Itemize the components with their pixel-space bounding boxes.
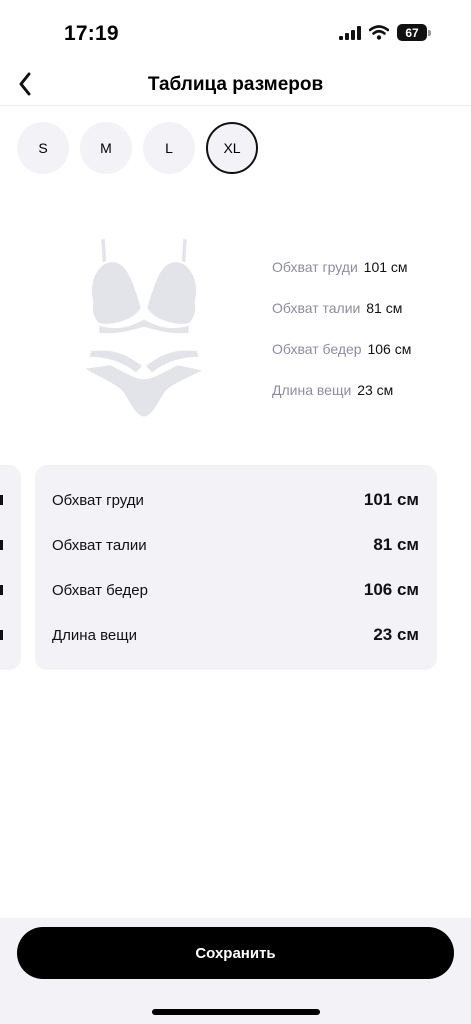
quick-spec-label: Обхват талии <box>272 300 361 316</box>
status-time: 17:19 <box>64 22 119 45</box>
home-indicator <box>152 1009 320 1015</box>
measurement-value: 101 см <box>363 490 419 509</box>
measurement-value: 81 см <box>373 535 419 554</box>
measurement-row: Обхват груди 101 см <box>52 485 419 515</box>
measurement-value: 106 см <box>363 580 419 599</box>
truncated-value-mark <box>0 540 3 550</box>
status-bar: 17:19 67 <box>0 0 471 62</box>
quick-spec-label: Обхват бедер <box>272 341 362 357</box>
size-tab-xl[interactable]: XL <box>206 122 258 174</box>
nav-bar: Таблица размеров <box>0 62 471 106</box>
truncated-value-mark <box>0 630 3 640</box>
measurement-value: 23 см <box>373 625 419 644</box>
size-selector: S M L XL <box>17 122 258 174</box>
previous-size-card[interactable] <box>0 465 21 670</box>
quick-spec-label: Длина вещи <box>272 382 352 398</box>
bottom-action-area: Сохранить <box>0 918 471 1024</box>
quick-spec-value: 101 см <box>363 259 408 275</box>
measurement-row: Обхват талии 81 см <box>52 530 419 560</box>
quick-specs: Обхват груди 101 см Обхват талии 81 см О… <box>272 259 411 423</box>
battery-level: 67 <box>405 25 419 40</box>
measurement-label: Обхват талии <box>52 536 147 554</box>
truncated-value-mark <box>0 495 3 505</box>
lingerie-set-illustration <box>80 236 208 420</box>
quick-spec-value: 23 см <box>357 382 394 398</box>
size-tab-l[interactable]: L <box>143 122 195 174</box>
quick-spec-value: 106 см <box>367 341 412 357</box>
page-title: Таблица размеров <box>147 74 324 95</box>
cellular-signal-icon <box>339 25 361 40</box>
save-button[interactable]: Сохранить <box>17 927 454 979</box>
truncated-value-mark <box>0 585 3 595</box>
battery-icon: 67 <box>397 24 431 41</box>
measurement-label: Длина вещи <box>52 626 137 644</box>
quick-spec-row: Длина вещи 23 см <box>272 382 411 423</box>
measurement-label: Обхват груди <box>52 491 144 509</box>
quick-spec-row: Обхват груди 101 см <box>272 259 411 300</box>
measurement-row: Обхват бедер 106 см <box>52 575 419 605</box>
quick-spec-row: Обхват бедер 106 см <box>272 341 411 382</box>
measurement-row: Длина вещи 23 см <box>52 620 419 650</box>
size-tab-m[interactable]: M <box>80 122 132 174</box>
wifi-icon <box>369 25 389 40</box>
measurement-label: Обхват бедер <box>52 581 148 599</box>
quick-spec-value: 81 см <box>366 300 403 316</box>
size-measurements-card[interactable]: Обхват груди 101 см Обхват талии 81 см О… <box>35 465 437 670</box>
size-tab-s[interactable]: S <box>17 122 69 174</box>
quick-spec-row: Обхват талии 81 см <box>272 300 411 341</box>
quick-spec-label: Обхват груди <box>272 259 358 275</box>
status-icons: 67 <box>339 24 431 41</box>
